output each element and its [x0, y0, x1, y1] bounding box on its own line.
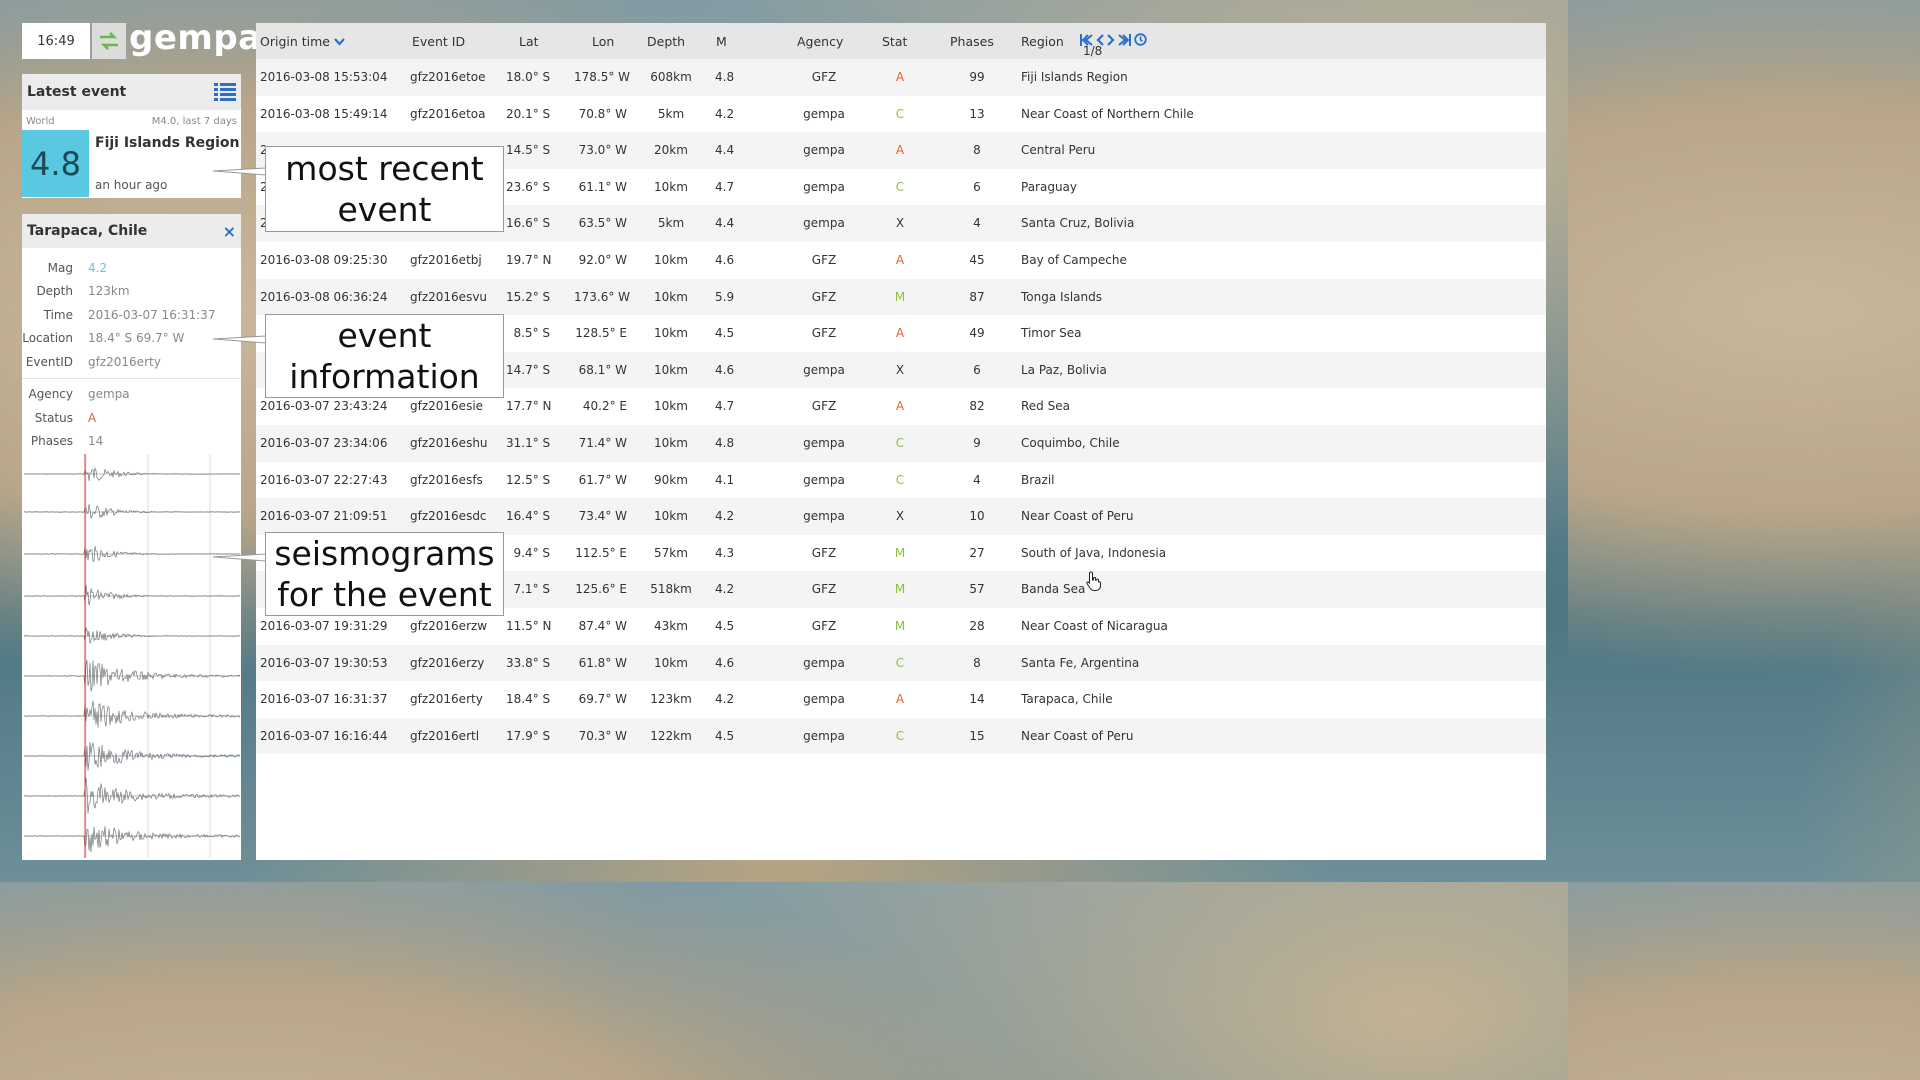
callout-seismograms: seismograms for the event: [265, 532, 504, 616]
hand-cursor-icon: [1086, 571, 1101, 591]
callout-most-recent-event: most recent event: [265, 146, 504, 232]
callout-pointers: [212, 167, 267, 562]
callout-event-information: event information: [265, 314, 504, 398]
